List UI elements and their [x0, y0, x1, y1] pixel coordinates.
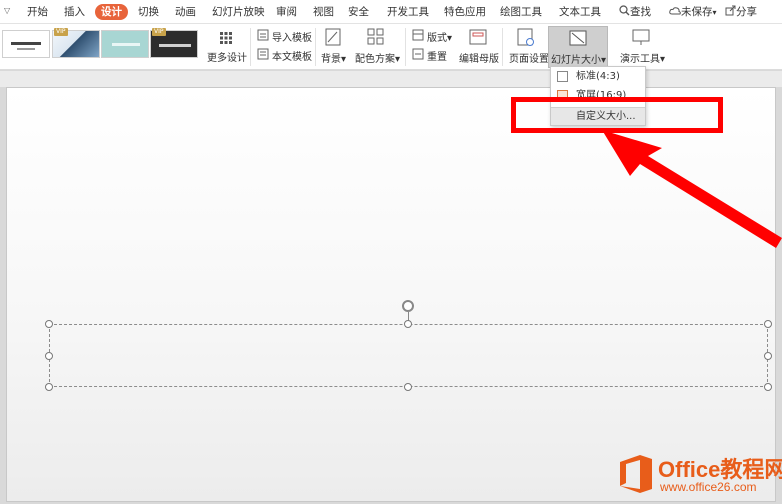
tab-text-tools[interactable]: 文本工具	[559, 4, 601, 20]
page-setup-label: 页面设置	[509, 54, 549, 65]
red-arrow-icon	[602, 130, 782, 248]
search-icon	[619, 5, 630, 16]
background-icon	[325, 28, 341, 46]
ribbon-toolbar: VIP VIP 更多设计 导入模板 本文模板 背景▾ 配色方案▾ 版式▾ 重置 …	[0, 24, 782, 70]
tab-design[interactable]: 设计	[95, 4, 128, 20]
palette-icon	[367, 28, 384, 45]
template-thumb-4[interactable]: VIP	[150, 28, 198, 58]
grid-icon	[220, 32, 232, 44]
slide-size-icon	[569, 30, 587, 46]
search-label: 查找	[630, 6, 651, 18]
layout-label: 版式▾	[427, 33, 453, 44]
resize-handle-bottom-left[interactable]	[45, 383, 53, 391]
tab-slideshow[interactable]: 幻灯片放映	[212, 4, 265, 20]
template-thumb-3[interactable]	[101, 30, 149, 58]
office-logo-icon	[620, 455, 652, 493]
standard-4-3-option[interactable]: 标准(4:3)	[551, 68, 645, 86]
separator	[315, 28, 316, 66]
tab-security[interactable]: 安全	[348, 4, 369, 20]
color-scheme-label: 配色方案▾	[355, 54, 401, 65]
resize-handle-left[interactable]	[45, 352, 53, 360]
text-template-label: 本文模板	[272, 52, 312, 63]
standard-ratio-icon	[557, 71, 568, 82]
unsaved-status[interactable]: 未保存▾	[669, 4, 717, 20]
page-setup-icon	[517, 28, 534, 46]
master-icon	[469, 29, 487, 45]
tab-transition[interactable]: 切换	[138, 4, 159, 20]
tab-special-apps[interactable]: 特色应用	[444, 4, 486, 20]
share-button[interactable]: 分享	[725, 4, 757, 20]
tab-developer[interactable]: 开发工具	[387, 4, 429, 20]
share-icon	[725, 5, 736, 16]
tab-home[interactable]: 开始	[27, 4, 48, 20]
vip-badge: VIP	[152, 28, 166, 36]
workspace-strip	[0, 71, 782, 87]
separator	[405, 28, 406, 66]
edit-master-label: 编辑母版	[459, 54, 499, 65]
rotate-handle[interactable]	[402, 300, 414, 312]
import-template-label: 导入模板	[272, 33, 312, 44]
resize-handle-right[interactable]	[764, 352, 772, 360]
document-icon	[257, 48, 269, 60]
more-designs-label: 更多设计	[207, 53, 247, 64]
vip-badge: VIP	[54, 28, 68, 36]
title-placeholder[interactable]	[49, 324, 768, 387]
menu-bar: ▽ 开始 插入 设计 切换 动画 幻灯片放映 审阅 视图 安全 开发工具 特色应…	[0, 0, 782, 24]
presentation-tools-label: 演示工具▾	[620, 54, 666, 65]
resize-handle-top-left[interactable]	[45, 320, 53, 328]
watermark-url: www.office26.com	[660, 480, 757, 494]
reset-label: 重置	[427, 52, 447, 63]
share-label: 分享	[736, 6, 757, 18]
tab-animation[interactable]: 动画	[175, 4, 196, 20]
resize-handle-bottom[interactable]	[404, 383, 412, 391]
layout-icon	[412, 29, 424, 41]
slide-size-label: 幻灯片大小▾	[551, 55, 607, 66]
template-thumb-2[interactable]: VIP	[52, 28, 100, 58]
background-label: 背景▾	[321, 54, 347, 65]
tab-insert[interactable]: 插入	[64, 4, 85, 20]
separator	[502, 28, 503, 66]
quick-access-caret-icon[interactable]: ▽	[4, 6, 10, 15]
slide-size-button[interactable]: 幻灯片大小▾	[548, 26, 608, 68]
search-button[interactable]: 查找	[619, 4, 651, 20]
unsaved-label: 未保存	[681, 6, 713, 18]
separator	[250, 28, 251, 66]
resize-handle-top[interactable]	[404, 320, 412, 328]
template-thumb-1[interactable]	[2, 30, 50, 58]
watermark: Office教程网 www.office26.com	[616, 452, 782, 500]
presentation-icon	[632, 29, 650, 45]
import-icon	[257, 29, 269, 41]
resize-handle-bottom-right[interactable]	[764, 383, 772, 391]
cloud-icon	[669, 7, 681, 15]
tab-drawing-tools[interactable]: 绘图工具	[500, 4, 542, 20]
tab-review[interactable]: 审阅	[276, 4, 297, 20]
tab-view[interactable]: 视图	[313, 4, 334, 20]
standard-label: 标准(4:3)	[576, 71, 620, 82]
reset-icon	[412, 48, 424, 60]
resize-handle-top-right[interactable]	[764, 320, 772, 328]
